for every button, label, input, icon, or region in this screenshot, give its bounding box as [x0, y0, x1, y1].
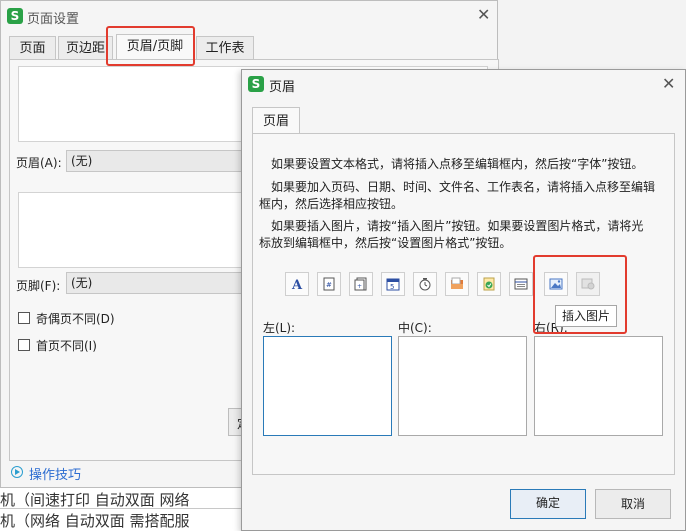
instruction-line-4: 如果要插入图片，请按“插入图片”按钮。如果要设置图片格式，请将光	[271, 219, 644, 233]
page-number-icon: #	[323, 277, 335, 291]
left-section-editor[interactable]	[263, 336, 392, 436]
file-name-button[interactable]	[477, 272, 501, 296]
tips-play-icon[interactable]	[11, 466, 23, 478]
odd-even-label[interactable]: 奇偶页不同(D)	[36, 310, 115, 327]
svg-text:A: A	[291, 278, 303, 291]
total-pages-button[interactable]: +	[349, 272, 373, 296]
close-icon[interactable]: ✕	[662, 76, 675, 92]
svg-text:#: #	[326, 281, 332, 289]
instruction-line-2: 如果要加入页码、日期、时间、文件名、工作表名，请将插入点移至编辑	[271, 180, 656, 194]
highlight-frame-tab	[106, 26, 195, 66]
tips-link[interactable]: 操作技巧	[29, 464, 81, 483]
total-pages-icon: +	[354, 277, 367, 291]
instruction-line-3: 框内，然后选择相应按钮。	[259, 197, 404, 211]
first-page-label[interactable]: 首页不同(I)	[36, 337, 97, 354]
file-path-icon	[451, 277, 463, 289]
font-button[interactable]: A	[285, 272, 309, 296]
sheet-name-icon	[514, 278, 528, 290]
center-section-editor[interactable]	[398, 336, 527, 436]
right-section-editor[interactable]	[534, 336, 663, 436]
tab-header[interactable]: 页眉	[252, 107, 300, 134]
page-number-button[interactable]: #	[317, 272, 341, 296]
page-setup-title: 页面设置	[27, 12, 80, 27]
instruction-line-5: 标放到编辑框中，然后按“设置图片格式”按钮。	[259, 236, 512, 250]
tab-margins[interactable]: 页边距	[58, 36, 113, 60]
close-icon[interactable]: ✕	[477, 7, 490, 23]
wps-app-icon: S	[7, 8, 23, 24]
ok-button[interactable]: 确定	[510, 489, 586, 519]
sheet-name-button[interactable]	[509, 272, 533, 296]
left-section-label: 左(L):	[263, 321, 296, 335]
file-name-icon	[483, 277, 495, 291]
font-icon: A	[291, 278, 303, 291]
date-icon: 5	[386, 278, 400, 291]
odd-even-checkbox[interactable]	[18, 312, 30, 324]
footer-select[interactable]: (无)	[66, 272, 246, 294]
tab-worksheet[interactable]: 工作表	[196, 36, 254, 60]
svg-text:5: 5	[390, 283, 394, 291]
date-button[interactable]: 5	[381, 272, 405, 296]
page-setup-titlebar[interactable]: S 页面设置 ✕	[1, 1, 497, 31]
header-dialog-title: 页眉	[269, 80, 296, 95]
header-label: 页眉(A):	[16, 156, 62, 170]
first-page-checkbox[interactable]	[18, 339, 30, 351]
wps-app-icon: S	[248, 76, 264, 92]
file-path-button[interactable]	[445, 272, 469, 296]
cancel-button[interactable]: 取消	[595, 489, 671, 519]
tab-page[interactable]: 页面	[9, 36, 56, 60]
header-select[interactable]: (无)	[66, 150, 246, 172]
time-icon	[419, 278, 431, 291]
document-toolbar-area	[498, 0, 686, 71]
document-text-line-1: 机（间速打印 自动双面 网络	[0, 491, 190, 509]
instruction-line-1: 如果要设置文本格式，请将插入点移至编辑框内，然后按“字体”按钮。	[271, 157, 644, 171]
document-text-line-2: 机（网络 自动双面 需搭配服	[0, 512, 190, 530]
svg-text:+: +	[357, 283, 362, 290]
highlight-frame-picture-buttons	[533, 255, 627, 334]
footer-label: 页脚(F):	[16, 279, 61, 293]
center-section-label: 中(C):	[398, 321, 432, 335]
time-button[interactable]	[413, 272, 437, 296]
